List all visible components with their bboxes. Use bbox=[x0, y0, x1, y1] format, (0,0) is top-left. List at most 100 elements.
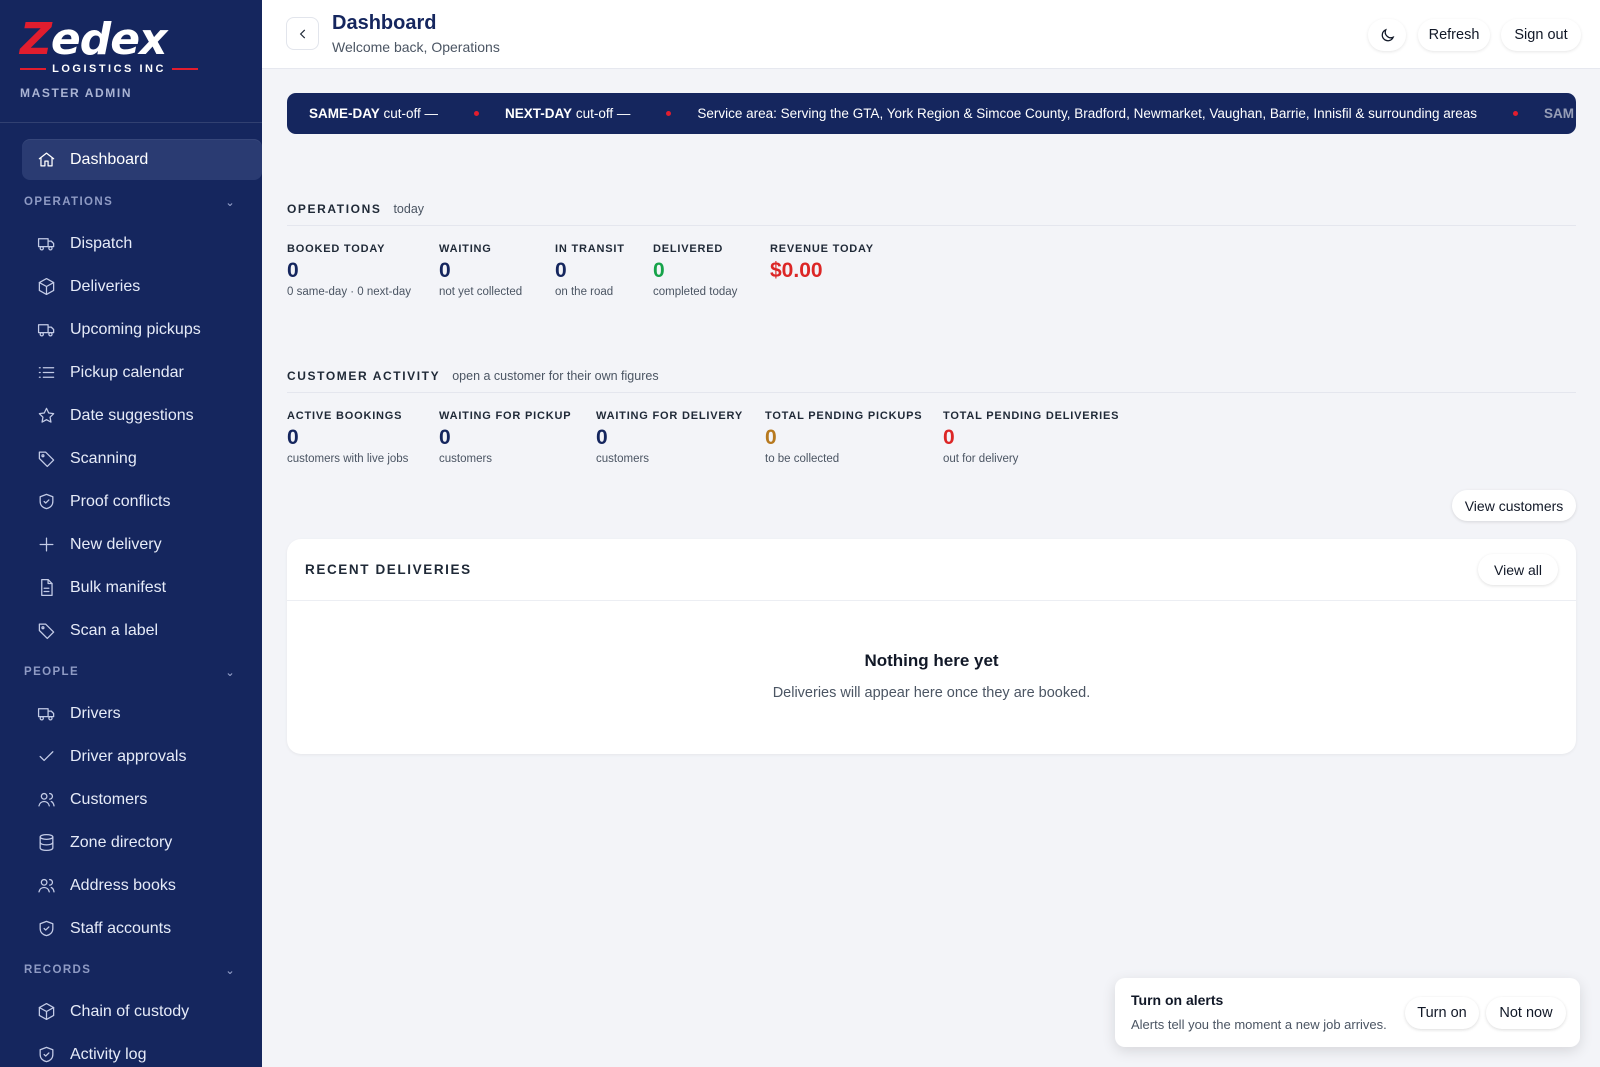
sidebar-item-label: Date suggestions bbox=[70, 406, 194, 424]
stat-in-transit: IN TRANSIT 0 on the road bbox=[555, 243, 625, 298]
sidebar-item-label: Staff accounts bbox=[70, 919, 172, 937]
sidebar-item-address-books[interactable]: Address books bbox=[0, 864, 262, 907]
ticker-service-area: Service area: Serving the GTA, York Regi… bbox=[697, 106, 1477, 121]
customer-activity-title: CUSTOMER ACTIVITY bbox=[287, 369, 441, 383]
toast-title: Turn on alerts bbox=[1131, 992, 1224, 1008]
section-people[interactable]: PEOPLE ⌄ bbox=[0, 652, 262, 692]
truck-icon bbox=[36, 234, 56, 254]
operations-header: OPERATIONS today bbox=[287, 202, 1576, 226]
toast-message: Alerts tell you the moment a new job arr… bbox=[1131, 1017, 1387, 1032]
sidebar-item-label: Bulk manifest bbox=[70, 578, 167, 596]
sidebar-item-label: Pickup calendar bbox=[70, 363, 184, 381]
sidebar-item-label: Chain of custody bbox=[70, 1002, 190, 1020]
home-icon bbox=[36, 150, 56, 170]
sidebar-item-new-delivery[interactable]: New delivery bbox=[0, 523, 262, 566]
stat-waiting-for-pickup: WAITING FOR PICKUP 0 customers bbox=[439, 410, 572, 465]
sidebar-item-upcoming-pickups[interactable]: Upcoming pickups bbox=[0, 308, 262, 351]
recent-deliveries-header: RECENT DELIVERIES View all bbox=[287, 539, 1576, 601]
stat-active-bookings: ACTIVE BOOKINGS 0 customers with live jo… bbox=[287, 410, 409, 465]
sidebar-item-dispatch[interactable]: Dispatch bbox=[0, 222, 262, 265]
sidebar-item-label: New delivery bbox=[70, 535, 162, 553]
sign-out-button[interactable]: Sign out bbox=[1501, 19, 1581, 51]
truck-icon bbox=[36, 320, 56, 340]
not-now-button[interactable]: Not now bbox=[1486, 997, 1566, 1029]
sidebar-item-label: Dispatch bbox=[70, 234, 133, 252]
sidebar-item-chain-of-custody[interactable]: Chain of custody bbox=[0, 990, 262, 1033]
sidebar-item-drivers[interactable]: Drivers bbox=[0, 692, 262, 735]
sidebar-item-staff-accounts[interactable]: Staff accounts bbox=[0, 907, 262, 950]
view-all-button[interactable]: View all bbox=[1478, 554, 1558, 585]
tag-icon bbox=[36, 621, 56, 641]
sidebar-nav: Dashboard OPERATIONS ⌄ Dispatch Deliveri… bbox=[0, 123, 262, 1067]
tag-icon bbox=[36, 449, 56, 469]
sidebar-item-label: Scanning bbox=[70, 449, 137, 467]
sidebar-item-deliveries[interactable]: Deliveries bbox=[0, 265, 262, 308]
alerts-toast: Turn on alerts Alerts tell you the momen… bbox=[1115, 978, 1580, 1047]
brand: Zedex LOGISTICS INC MASTER ADMIN bbox=[0, 0, 262, 123]
plus-icon bbox=[36, 535, 56, 555]
sidebar-item-label: Activity log bbox=[70, 1045, 147, 1063]
refresh-button[interactable]: Refresh bbox=[1418, 19, 1490, 51]
company-logo[interactable]: Zedex LOGISTICS INC bbox=[20, 18, 198, 76]
truck-icon bbox=[36, 704, 56, 724]
chevron-down-icon: ⌄ bbox=[225, 964, 236, 977]
operations-title: OPERATIONS bbox=[287, 202, 382, 216]
sidebar-item-label: Zone directory bbox=[70, 833, 173, 851]
user-role: MASTER ADMIN bbox=[20, 86, 133, 100]
sidebar-item-driver-approvals[interactable]: Driver approvals bbox=[0, 735, 262, 778]
stat-delivered: DELIVERED 0 completed today bbox=[653, 243, 738, 298]
back-button[interactable] bbox=[286, 17, 319, 50]
recent-deliveries-card: RECENT DELIVERIES View all Nothing here … bbox=[287, 539, 1576, 754]
check-icon bbox=[36, 747, 56, 767]
star-icon bbox=[36, 406, 56, 426]
sidebar-item-label: Deliveries bbox=[70, 277, 141, 295]
theme-toggle-button[interactable] bbox=[1368, 19, 1406, 51]
logo-subtitle: LOGISTICS INC bbox=[20, 63, 198, 75]
sidebar-item-label: Driver approvals bbox=[70, 747, 187, 765]
chevron-down-icon: ⌄ bbox=[225, 196, 236, 209]
moon-icon bbox=[1381, 28, 1394, 41]
sidebar-item-bulk-manifest[interactable]: Bulk manifest bbox=[0, 566, 262, 609]
chevron-down-icon: ⌄ bbox=[225, 666, 236, 679]
operations-note: today bbox=[393, 202, 425, 216]
stat-revenue-today: REVENUE TODAY $0.00 bbox=[770, 243, 874, 282]
page-subtitle: Welcome back, Operations bbox=[332, 39, 500, 55]
logo-wordmark: Zedex bbox=[20, 14, 167, 65]
page-title: Dashboard bbox=[332, 12, 437, 34]
shield-check-icon bbox=[36, 919, 56, 939]
sidebar-item-scanning[interactable]: Scanning bbox=[0, 437, 262, 480]
sidebar-item-label: Customers bbox=[70, 790, 148, 808]
document-icon bbox=[36, 578, 56, 598]
view-customers-button[interactable]: View customers bbox=[1452, 490, 1576, 521]
sidebar-item-dashboard[interactable]: Dashboard bbox=[22, 139, 262, 180]
sidebar-item-customers[interactable]: Customers bbox=[0, 778, 262, 821]
shield-check-icon bbox=[36, 1045, 56, 1065]
package-icon bbox=[36, 277, 56, 297]
top-header: Dashboard Welcome back, Operations Refre… bbox=[262, 0, 1600, 69]
sidebar-item-scan-a-label[interactable]: Scan a label bbox=[0, 609, 262, 652]
empty-state-message: Deliveries will appear here once they ar… bbox=[772, 685, 1091, 701]
ticker-repeat: SAM bbox=[1544, 106, 1574, 121]
sidebar-item-label: Proof conflicts bbox=[70, 492, 171, 510]
customer-activity-note: open a customer for their own figures bbox=[452, 369, 659, 383]
sidebar-item-label: Dashboard bbox=[70, 150, 149, 168]
package-icon bbox=[36, 1002, 56, 1022]
sidebar-item-activity-log[interactable]: Activity log bbox=[0, 1033, 262, 1067]
ticker-next-day: NEXT-DAY cut-off — bbox=[505, 106, 631, 121]
sidebar-item-pickup-calendar[interactable]: Pickup calendar bbox=[0, 351, 262, 394]
turn-on-alerts-button[interactable]: Turn on bbox=[1405, 997, 1479, 1029]
sidebar-item-label: Drivers bbox=[70, 704, 121, 722]
section-operations[interactable]: OPERATIONS ⌄ bbox=[0, 182, 262, 222]
section-records[interactable]: RECORDS ⌄ bbox=[0, 950, 262, 990]
stat-booked-today: BOOKED TODAY 0 0 same-day · 0 next-day bbox=[287, 243, 412, 298]
users-icon bbox=[36, 790, 56, 810]
announcement-ticker: SAME-DAY cut-off — NEXT-DAY cut-off — Se… bbox=[287, 93, 1576, 134]
sidebar: Zedex LOGISTICS INC MASTER ADMIN Dashboa… bbox=[0, 0, 262, 1067]
recent-deliveries-title: RECENT DELIVERIES bbox=[305, 562, 472, 577]
sidebar-item-label: Upcoming pickups bbox=[70, 320, 201, 338]
sidebar-item-zone-directory[interactable]: Zone directory bbox=[0, 821, 262, 864]
sidebar-item-date-suggestions[interactable]: Date suggestions bbox=[0, 394, 262, 437]
sidebar-item-proof-conflicts[interactable]: Proof conflicts bbox=[0, 480, 262, 523]
empty-state-title: Nothing here yet bbox=[864, 651, 999, 670]
sidebar-item-label: Address books bbox=[70, 876, 176, 894]
